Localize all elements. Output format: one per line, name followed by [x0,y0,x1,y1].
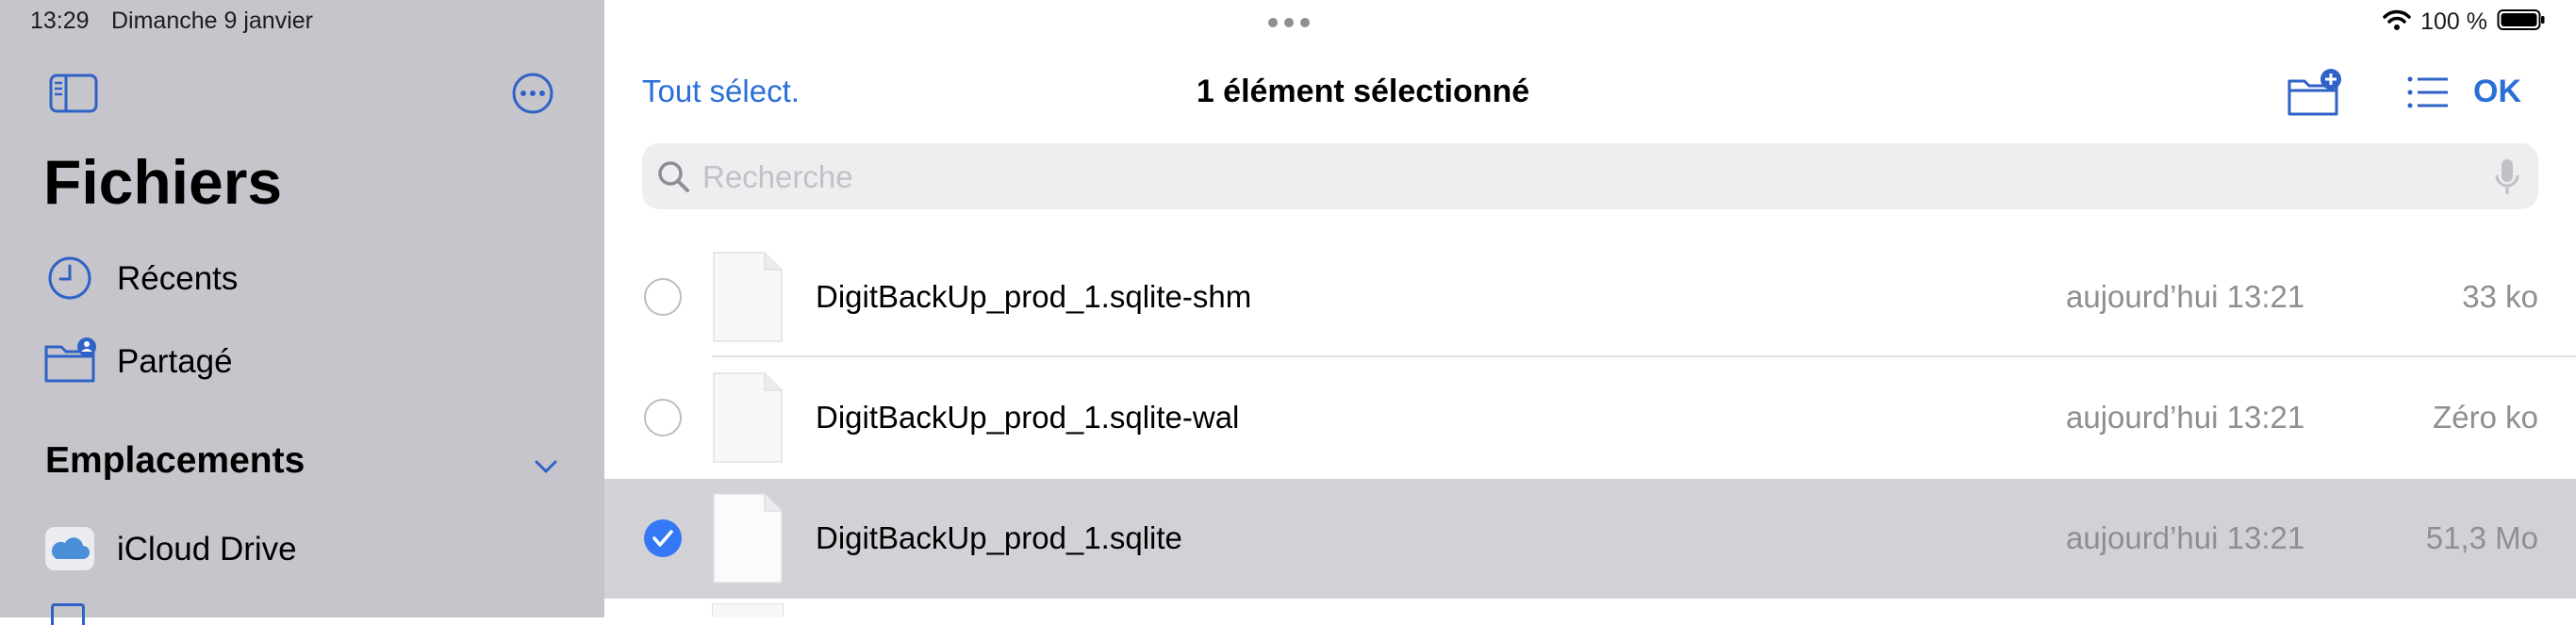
shared-folder-icon [43,337,96,385]
sidebar-item-label: Récents [117,260,239,297]
sidebar: 13:29 Dimanche 9 janvier Fichiers Récent… [0,0,604,625]
sidebar-item-label: Partagé [117,343,233,380]
wifi-icon [2383,8,2411,36]
sidebar-item-label: iCloud Drive [117,531,297,567]
sidebar-item-recents[interactable]: Récents [43,251,571,307]
file-browser-panel: 100 % Tout sélect. 1 élément sélectionné… [604,0,2576,617]
clock-icon [43,255,96,302]
checkmark-icon [652,530,673,547]
file-date: aujourd’hui 13:21 [2066,279,2305,314]
file-name: DigitBackUp_prod_1.sqlite [816,520,1182,555]
search-icon [655,158,691,194]
battery-icon [2497,8,2546,36]
file-name: DigitBackUp_prod_1.sqlite-wal [816,400,1240,435]
document-icon [712,251,784,343]
status-bar-right: 100 % [2383,6,2546,38]
partial-sidebar-icon [51,603,85,625]
battery-percent: 100 % [2420,8,2487,35]
chevron-down-icon[interactable] [529,452,563,481]
file-name: DigitBackUp_prod_1.sqlite-shm [816,279,1252,314]
sidebar-item-shared[interactable]: Partagé [43,334,571,390]
status-time: 13:29 [30,8,90,34]
selection-checkbox[interactable] [644,399,682,436]
selection-checkbox[interactable] [644,278,682,316]
list-view-icon[interactable] [2401,66,2455,119]
multitasking-grabber-icon[interactable] [1267,15,1311,30]
file-date: aujourd’hui 13:21 [2066,400,2305,435]
document-icon [712,603,784,617]
icloud-icon [43,525,96,572]
search-bar[interactable] [642,143,2538,211]
file-size: 33 ko [2462,279,2538,314]
sidebar-title: Fichiers [43,147,283,217]
ok-button[interactable]: OK [2473,74,2521,110]
sidebar-item-icloud-drive[interactable]: iCloud Drive [43,521,571,578]
file-size: Zéro ko [2433,400,2538,435]
selection-checkbox-checked[interactable] [644,519,682,557]
search-input[interactable] [701,143,2458,211]
file-size: 51,3 Mo [2425,520,2538,555]
more-options-icon[interactable] [510,71,555,116]
sidebar-toggle-icon[interactable] [49,74,98,113]
file-row[interactable]: DigitBackUp_prod_1.sqlite-shm aujourd’hu… [604,238,2576,357]
file-row-selected[interactable]: DigitBackUp_prod_1.sqlite aujourd’hui 13… [604,479,2576,599]
selection-title: 1 élément sélectionné [1196,74,1530,109]
row-divider [712,355,2576,357]
document-icon [712,492,784,584]
microphone-icon[interactable] [2493,156,2521,198]
new-folder-icon[interactable] [2287,66,2341,119]
section-title-locations: Emplacements [45,440,305,481]
document-icon [712,371,784,464]
status-date: Dimanche 9 janvier [111,8,313,34]
file-date: aujourd’hui 13:21 [2066,520,2305,555]
file-row[interactable]: DigitBackUp_prod_1.sqlite-wal aujourd’hu… [604,358,2576,478]
